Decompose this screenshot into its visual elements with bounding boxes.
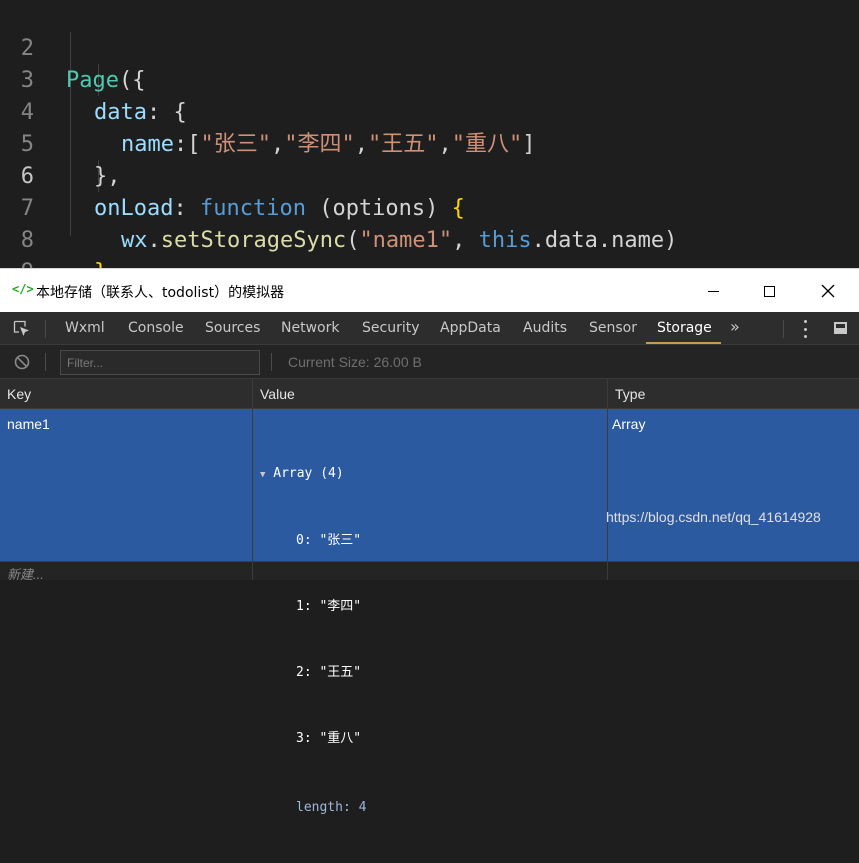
storage-table: Key Value Type name1 ▼ Array (4) 0: "张三"… [0,379,859,815]
tab-console[interactable]: Console [128,312,184,344]
expand-triangle-icon[interactable]: ▼ [260,470,265,480]
column-header-type[interactable]: Type [608,379,859,409]
code-line: 2 Page({ [0,1,859,93]
devtools-tabbar: Wxml Console Sources Network Security Ap… [0,312,859,345]
row-key: name1 [7,416,50,432]
dock-side-icon[interactable] [834,322,847,334]
row-value[interactable]: ▼ Array (4) 0: "张三" 1: "李四" 2: "王五" 3: "… [260,419,366,863]
code-line: 7 wx.setStorageSync("name1", this.data.n… [0,161,859,253]
code-icon: </> [12,282,34,296]
simulator-devtools-window: </> 本地存储（联系人、todolist）的模拟器 Wxml Console … [0,268,859,815]
current-size-label: Current Size: 26.00 B [288,354,422,370]
window-titlebar[interactable]: </> 本地存储（联系人、todolist）的模拟器 [0,268,859,312]
new-entry-placeholder: 新建... [7,567,44,582]
tab-wxml[interactable]: Wxml [65,312,105,344]
code-line: 9 }) [0,225,859,268]
line-number: 9 [0,257,34,268]
kebab-menu-icon[interactable] [804,320,808,338]
code-editor[interactable]: 2 Page({ 3 data: { 4 name:["张三","李四","王五… [0,0,859,268]
tab-appdata[interactable]: AppData [440,312,501,344]
column-divider[interactable] [252,379,253,580]
array-item: 1: "李四" [296,599,362,614]
column-header-value[interactable]: Value [253,379,607,409]
close-button[interactable] [805,277,851,305]
code-line: 3 data: { [0,33,859,125]
storage-toolbar: Current Size: 26.00 B [0,345,859,379]
tab-network[interactable]: Network [281,312,339,344]
row-type: Array [612,416,646,432]
table-row[interactable]: name1 ▼ Array (4) 0: "张三" 1: "李四" 2: "王五… [0,409,859,815]
column-divider[interactable] [607,379,608,580]
toolbar-separator [45,353,46,371]
clear-storage-icon[interactable] [14,354,30,370]
minimize-icon [707,290,719,292]
tab-security[interactable]: Security [362,312,420,344]
inspect-element-icon[interactable] [13,320,30,337]
array-item: 3: "重八" [296,731,362,746]
maximize-button[interactable] [746,277,792,305]
code-line: 8 }, [0,193,859,268]
array-item: 0: "张三" [296,533,362,548]
maximize-icon [763,285,775,297]
more-tabs-chevron-icon[interactable]: » [730,312,740,344]
new-entry-row[interactable]: 新建... [0,561,859,582]
code-line: 5 }, [0,97,859,189]
code-line: 4 name:["张三","李四","王五","重八"] [0,65,859,157]
column-header-key[interactable]: Key [0,379,252,409]
array-item: 2: "王五" [296,665,362,680]
tab-separator [783,320,784,338]
window-title: 本地存储（联系人、todolist）的模拟器 [36,285,285,301]
array-length: length: 4 [296,800,367,815]
tab-audits[interactable]: Audits [523,312,567,344]
minimize-button[interactable] [690,277,736,305]
array-summary: Array (4) [273,466,344,481]
tab-sensor[interactable]: Sensor [589,312,637,344]
code-line: 6 onLoad: function (options) { [0,129,859,221]
filter-input[interactable] [60,350,260,375]
watermark-text: https://blog.csdn.net/qq_41614928 [606,509,821,525]
close-icon [821,284,835,298]
code-token: , [107,260,120,268]
tab-sources[interactable]: Sources [205,312,260,344]
code-token: } [94,260,107,268]
tab-storage[interactable]: Storage [646,312,721,344]
toolbar-separator [271,353,272,371]
tab-separator [45,320,46,338]
